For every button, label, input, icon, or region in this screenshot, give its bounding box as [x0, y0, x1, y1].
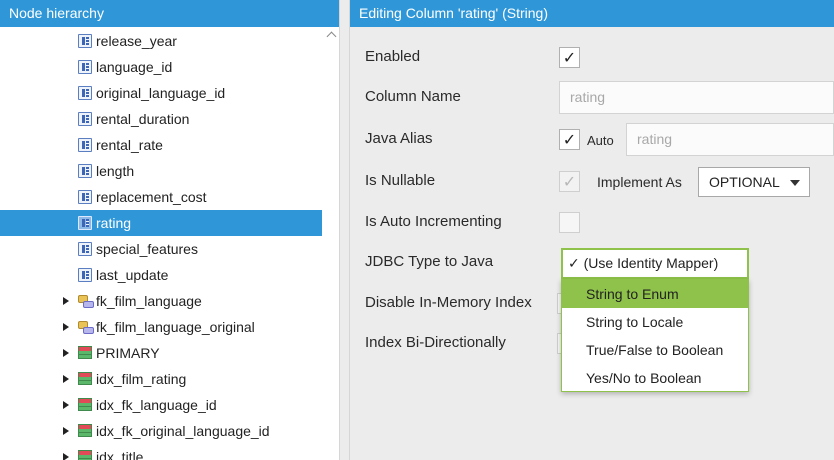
column-icon — [78, 86, 92, 100]
enabled-checkbox[interactable]: ✓ — [559, 47, 580, 68]
column-icon — [78, 190, 92, 204]
tree-item-fk-film-language[interactable]: fk_film_language — [0, 288, 322, 314]
column-icon — [78, 216, 92, 230]
index-icon — [78, 346, 92, 359]
jdbc-option-true-false-to-boolean[interactable]: True/False to Boolean — [562, 336, 748, 364]
tree-item-idx-film-rating[interactable]: idx_film_rating — [0, 366, 322, 392]
tree-item-rental-rate[interactable]: rental_rate — [0, 132, 322, 158]
expand-arrow-icon[interactable] — [61, 288, 71, 314]
column-icon — [78, 138, 92, 152]
implement-as-label: Implement As — [597, 174, 682, 190]
tree-item-label: fk_film_language_original — [96, 319, 255, 335]
tree-item-release-year[interactable]: release_year — [0, 28, 322, 54]
index-icon — [78, 398, 92, 411]
expand-arrow-icon[interactable] — [61, 340, 71, 366]
enabled-label: Enabled — [365, 48, 421, 65]
tree-item-label: rating — [96, 215, 132, 231]
tree-item-replacement-cost[interactable]: replacement_cost — [0, 184, 322, 210]
tree-item-idx-fk-language-id[interactable]: idx_fk_language_id — [0, 392, 322, 418]
tree-item-label: original_language_id — [96, 85, 226, 101]
tree-item-label: rental_duration — [96, 111, 190, 127]
column-name-field[interactable]: rating — [559, 81, 834, 114]
tree-item-idx-title[interactable]: idx_title — [0, 444, 322, 460]
app-window: Node hierarchy release_year language_idor… — [0, 0, 834, 460]
checkmark-icon: ✓ — [562, 173, 577, 191]
checkmark-icon: ✓ — [562, 49, 577, 67]
foreign-key-icon — [78, 293, 94, 308]
node-tree: release_year language_id original_language… — [0, 28, 322, 460]
expand-arrow-icon[interactable] — [61, 366, 71, 392]
node-hierarchy-header: Node hierarchy — [0, 0, 339, 27]
column-icon — [78, 242, 92, 256]
chevron-down-icon — [790, 180, 800, 186]
tree-item-label: rental_rate — [96, 137, 163, 153]
index-bi-directionally-label: Index Bi-Directionally — [365, 334, 506, 351]
column-editor-header: Editing Column 'rating' (String) — [350, 0, 834, 27]
tree-item-label: idx_film_rating — [96, 371, 187, 387]
panel-splitter[interactable] — [339, 0, 350, 460]
tree-item-rating[interactable]: rating — [0, 210, 322, 236]
tree-item-label: idx_title — [96, 449, 144, 460]
is-nullable-checkbox[interactable]: ✓ — [559, 171, 580, 192]
column-name-label: Column Name — [365, 88, 461, 105]
tree-item-primary[interactable]: PRIMARY — [0, 340, 322, 366]
column-icon — [78, 164, 92, 178]
tree-item-original-language-id[interactable]: original_language_id — [0, 80, 322, 106]
tree-item-label: PRIMARY — [96, 345, 160, 361]
tree-item-label: fk_film_language — [96, 293, 202, 309]
java-alias-label: Java Alias — [365, 130, 433, 147]
tree-item-length[interactable]: length — [0, 158, 322, 184]
index-icon — [78, 450, 92, 460]
auto-label: Auto — [587, 133, 614, 148]
tree-item-fk-film-language-original[interactable]: fk_film_language_original — [0, 314, 322, 340]
tree-item-language-id[interactable]: language_id — [0, 54, 322, 80]
column-editor-panel: Editing Column 'rating' (String) Enabled… — [350, 0, 834, 460]
tree-item-label: idx_fk_language_id — [96, 397, 217, 413]
expand-arrow-icon[interactable] — [61, 392, 71, 418]
tree-item-last-update[interactable]: last_update — [0, 262, 322, 288]
is-auto-incrementing-label: Is Auto Incrementing — [365, 213, 502, 230]
tree-item-label: special_features — [96, 241, 198, 257]
tree-item-label: last_update — [96, 267, 169, 283]
java-alias-field[interactable]: rating — [626, 123, 834, 156]
index-icon — [78, 372, 92, 385]
node-hierarchy-panel: Node hierarchy release_year language_idor… — [0, 0, 339, 460]
jdbc-type-label: JDBC Type to Java — [365, 253, 494, 270]
auto-alias-checkbox[interactable]: ✓ — [559, 129, 580, 150]
jdbc-type-combo[interactable]: ✓ (Use Identity Mapper) — [561, 248, 749, 279]
column-icon — [78, 34, 92, 48]
tree-item-label: language_id — [96, 59, 173, 75]
column-icon — [78, 268, 92, 282]
tree-scrollbar[interactable] — [322, 28, 339, 460]
disable-in-memory-index-label: Disable In-Memory Index — [365, 294, 532, 311]
tree-item-label: length — [96, 163, 135, 179]
expand-arrow-icon[interactable] — [61, 444, 71, 460]
tree-item-label: idx_fk_original_language_id — [96, 423, 270, 439]
column-icon — [78, 112, 92, 126]
foreign-key-icon — [78, 319, 94, 334]
jdbc-option-string-to-enum[interactable]: String to Enum — [562, 280, 748, 308]
implement-as-select[interactable]: OPTIONAL — [698, 167, 810, 197]
is-auto-incrementing-checkbox[interactable] — [559, 212, 580, 233]
tree-item-idx-fk-original-language-id[interactable]: idx_fk_original_language_id — [0, 418, 322, 444]
jdbc-option-string-to-locale[interactable]: String to Locale — [562, 308, 748, 336]
tree-item-special-features[interactable]: special_features — [0, 236, 322, 262]
column-icon — [78, 60, 92, 74]
expand-arrow-icon[interactable] — [61, 418, 71, 444]
jdbc-option-yes-no-to-boolean[interactable]: Yes/No to Boolean — [562, 364, 748, 392]
scroll-up-icon[interactable] — [326, 30, 336, 38]
tree-item-rental-duration[interactable]: rental_duration — [0, 106, 322, 132]
implement-as-value: OPTIONAL — [709, 174, 780, 190]
index-icon — [78, 424, 92, 437]
jdbc-type-dropdown: String to Enum String to Locale True/False… — [561, 279, 749, 392]
is-nullable-label: Is Nullable — [365, 172, 436, 189]
tree-item-label: replacement_cost — [96, 189, 207, 205]
tree-item-label: release_year — [96, 33, 177, 49]
expand-arrow-icon[interactable] — [61, 314, 71, 340]
checkmark-icon: ✓ — [562, 131, 577, 149]
